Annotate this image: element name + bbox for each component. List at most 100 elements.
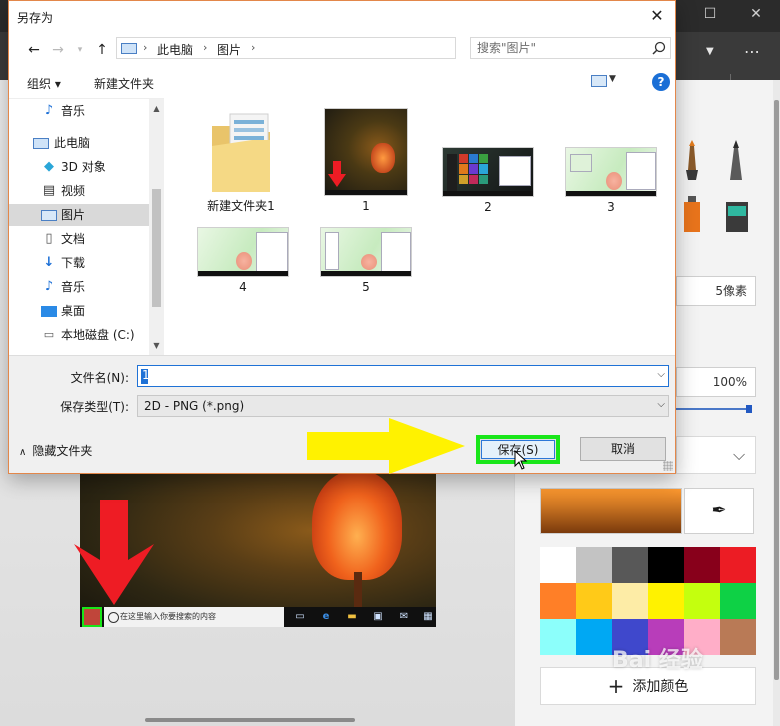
nav-item-music[interactable]: ♪ 音乐 [9, 276, 149, 298]
photo-taskbar: 在这里输入你要搜索的内容 ▭ e ▬ ▣ ✉ ▦ [80, 607, 436, 627]
file-name: 1 [362, 199, 370, 213]
address-bar[interactable]: › 此电脑 › 图片 › ⌵ ↻ [116, 37, 552, 59]
back-arrow-icon[interactable]: ← [25, 41, 43, 59]
breadcrumb-separator: › [143, 41, 148, 54]
palette-swatch[interactable] [684, 583, 720, 619]
brush-tools [684, 140, 748, 232]
scroll-down-icon[interactable]: ▼ [149, 339, 164, 353]
opacity-field[interactable]: 100% [676, 367, 756, 397]
file-item-4[interactable]: 4 [193, 227, 293, 294]
organize-menu[interactable]: 组织 ▾ [27, 75, 61, 92]
filename-field[interactable]: 1 ⌵ [137, 365, 669, 387]
filename-input[interactable] [141, 368, 641, 384]
command-bar: 组织 ▾ 新建文件夹 [9, 67, 675, 97]
chevron-down-icon[interactable]: ⌵ [657, 369, 665, 380]
3d-objects-icon: ◆ [44, 159, 54, 174]
hide-folders-toggle[interactable]: ∧ 隐藏文件夹 [19, 442, 92, 459]
file-name: 新建文件夹1 [207, 199, 275, 213]
folder-icon [212, 113, 270, 192]
scrollbar-thumb[interactable] [152, 189, 161, 307]
file-item-5[interactable]: 5 [316, 227, 416, 294]
close-icon[interactable]: ✕ [645, 5, 669, 29]
current-color-swatch[interactable] [540, 488, 682, 534]
nav-item-local-disk[interactable]: ▭ 本地磁盘 (C:) [9, 324, 149, 346]
palette-swatch[interactable] [576, 547, 612, 583]
file-item-folder[interactable]: 新建文件夹1 [191, 110, 291, 214]
search-box[interactable] [470, 37, 671, 59]
breadcrumb-pictures[interactable]: 图片 [217, 41, 241, 58]
help-icon[interactable]: ? [652, 73, 670, 91]
palette-swatch[interactable] [720, 619, 756, 655]
nav-item-videos[interactable]: ▤ 视频 [9, 180, 149, 202]
chevron-down-icon[interactable]: ⌵ [657, 399, 665, 410]
new-folder-button[interactable]: 新建文件夹 [94, 75, 154, 92]
maximize-icon[interactable]: ☐ [700, 6, 720, 26]
nav-item-label: 此电脑 [54, 136, 91, 150]
search-icon[interactable] [652, 41, 666, 55]
recent-locations-icon[interactable]: ▾ [71, 41, 89, 59]
nav-item-3d-objects[interactable]: ◆ 3D 对象 [9, 156, 149, 178]
side-panel-scrollbar[interactable] [773, 80, 780, 726]
spray-can-icon [684, 196, 700, 232]
red-arrow-icon [328, 161, 346, 187]
nav-item-this-pc[interactable]: 此电脑 [9, 132, 149, 154]
file-list: 新建文件夹1 1 2 3 4 5 [165, 98, 675, 354]
palette-swatch[interactable] [540, 547, 576, 583]
more-options-icon[interactable]: ⋯ [744, 42, 760, 61]
horizontal-scrollbar[interactable] [145, 718, 355, 722]
brush-type-dropdown[interactable]: ⌵ [676, 436, 756, 474]
dialog-titlebar: 另存为 ✕ [9, 1, 675, 32]
palette-swatch[interactable] [648, 547, 684, 583]
yellow-arrow-icon [307, 418, 465, 474]
mail-icon: ✉ [399, 611, 409, 622]
nav-item-label: 3D 对象 [61, 160, 106, 174]
filename-value: 1 [142, 368, 150, 382]
breadcrumb-separator: › [203, 41, 208, 54]
palette-swatch[interactable] [612, 583, 648, 619]
opacity-slider[interactable] [676, 405, 752, 413]
palette-swatch[interactable] [720, 583, 756, 619]
nav-item-music-top[interactable]: ♪ 音乐 [9, 100, 149, 122]
nav-pane-scrollbar[interactable]: ▲ ▼ [149, 99, 164, 355]
resize-grip-icon[interactable] [663, 461, 673, 471]
desktop-icon [41, 306, 57, 317]
filetype-select[interactable]: 2D - PNG (*.png) ⌵ [137, 395, 669, 417]
computer-icon [33, 138, 49, 149]
palette-swatch[interactable] [540, 583, 576, 619]
palette-swatch[interactable] [648, 583, 684, 619]
nav-item-pictures[interactable]: 图片 [9, 204, 149, 226]
eyedropper-icon[interactable]: ✒ [684, 488, 754, 534]
nav-item-documents[interactable]: ▯ 文档 [9, 228, 149, 250]
nav-item-label: 桌面 [61, 304, 86, 318]
palette-swatch[interactable] [720, 547, 756, 583]
filetype-value: 2D - PNG (*.png) [144, 399, 245, 413]
size-field[interactable]: 5像素 [676, 276, 756, 306]
palette-swatch[interactable] [576, 619, 612, 655]
chevron-down-icon[interactable]: ▼ [706, 46, 714, 57]
search-input[interactable] [477, 40, 647, 56]
palette-swatch[interactable] [612, 547, 648, 583]
red-arrow-icon [74, 500, 154, 605]
nav-item-downloads[interactable]: ↓ 下载 [9, 252, 149, 274]
image-thumbnail [442, 147, 534, 197]
breadcrumb-this-pc[interactable]: 此电脑 [157, 41, 193, 58]
palette-swatch[interactable] [540, 619, 576, 655]
view-dropdown-icon[interactable]: ▼ [609, 74, 616, 84]
nav-item-label: 视频 [61, 184, 86, 198]
forward-arrow-icon[interactable]: → [49, 41, 67, 59]
palette-swatch[interactable] [684, 547, 720, 583]
up-arrow-icon[interactable]: ↑ [93, 41, 111, 59]
palette-swatch[interactable] [576, 583, 612, 619]
file-item-3[interactable]: 3 [561, 147, 661, 214]
nav-item-desktop[interactable]: 桌面 [9, 300, 149, 322]
filetype-label: 保存类型(T): [60, 400, 129, 414]
file-item-1[interactable]: 1 [316, 108, 416, 213]
image-thumbnail [197, 227, 289, 277]
file-item-2[interactable]: 2 [438, 147, 538, 214]
close-icon[interactable]: ✕ [746, 6, 766, 26]
navigation-pane: ♪ 音乐 此电脑 ◆ 3D 对象 ▤ 视频 图片 ▯ 文档 ↓ 下载 ♪ 音乐 … [9, 98, 164, 355]
change-view-icon[interactable] [591, 75, 607, 87]
cancel-button[interactable]: 取消 [580, 437, 666, 461]
nav-item-label: 图片 [61, 208, 86, 222]
scroll-up-icon[interactable]: ▲ [149, 102, 164, 116]
